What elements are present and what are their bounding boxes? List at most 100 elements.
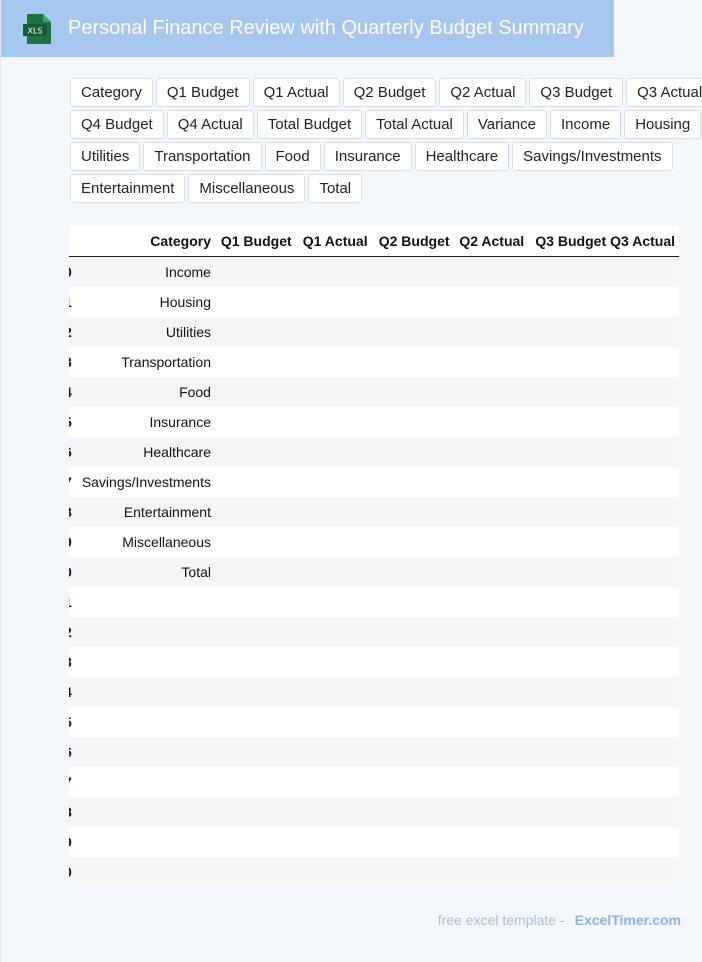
column-chip[interactable]: Q3 Actual — [626, 78, 702, 107]
value-cell — [453, 527, 529, 557]
column-chip[interactable]: Total — [308, 174, 363, 203]
page-title: Personal Finance Review with Quarterly B… — [68, 17, 584, 39]
column-chip[interactable]: Insurance — [323, 142, 412, 171]
value-cell — [214, 617, 296, 647]
category-cell: Housing — [79, 287, 215, 317]
value-cell — [214, 767, 296, 797]
value-cell — [214, 467, 296, 497]
value-cell — [214, 827, 296, 857]
value-cell — [610, 737, 679, 767]
value-cell — [610, 467, 679, 497]
table-row: 4Food — [69, 377, 679, 407]
column-chip[interactable]: Q2 Budget — [342, 78, 437, 107]
value-cell — [610, 287, 679, 317]
row-index: 5 — [69, 707, 80, 737]
value-cell — [214, 497, 296, 527]
row-index: 0 — [69, 857, 80, 887]
value-cell — [371, 287, 454, 317]
column-chip[interactable]: Entertainment — [70, 174, 186, 203]
value-cell — [528, 797, 611, 827]
column-chip[interactable]: Q1 Actual — [252, 78, 340, 107]
value-cell — [214, 256, 296, 287]
spreadsheet-preview: Category Q1 Budget Q1 Actual Q2 Budget Q2 Ac… — [69, 226, 679, 887]
table-row: 2 — [69, 617, 679, 647]
value-cell — [453, 827, 529, 857]
column-chip[interactable]: Utilities — [70, 142, 141, 171]
category-cell: Healthcare — [79, 437, 215, 467]
value-cell — [371, 737, 454, 767]
value-cell — [453, 647, 529, 677]
column-chip[interactable]: Savings/Investments — [512, 142, 673, 171]
column-chip[interactable]: Food — [264, 142, 321, 171]
column-chip[interactable]: Total Actual — [365, 110, 464, 139]
value-cell — [371, 437, 454, 467]
index-header — [69, 226, 80, 257]
footer-text: free excel template - — [437, 912, 565, 928]
value-cell — [453, 497, 529, 527]
footer-credit: free excel template - ExcelTimer.com — [438, 912, 681, 928]
column-chip[interactable]: Income — [549, 110, 622, 139]
column-header: Q2 Budget — [371, 226, 454, 257]
column-chip-list: Category Q1 Budget Q1 Actual Q2 Budget Q2 Ac… — [70, 78, 702, 206]
row-index: 0 — [69, 256, 80, 287]
column-chip[interactable]: Q2 Actual — [439, 78, 527, 107]
table-row: 6Healthcare — [69, 437, 679, 467]
category-cell — [79, 707, 215, 737]
value-cell — [528, 287, 611, 317]
category-cell: Savings/Investments — [79, 467, 215, 497]
value-cell — [214, 317, 296, 347]
column-chip[interactable]: Variance — [466, 110, 547, 139]
column-header: Q1 Actual — [295, 226, 372, 257]
category-cell — [79, 827, 215, 857]
column-chip[interactable]: Category — [70, 78, 153, 107]
value-cell — [295, 467, 372, 497]
category-cell — [79, 587, 215, 617]
value-cell — [528, 827, 611, 857]
value-cell — [528, 737, 611, 767]
row-index: 1 — [69, 587, 80, 617]
page: XLS Personal Finance Review with Quarter… — [0, 0, 702, 962]
excel-file-icon: XLS — [23, 14, 51, 44]
column-chip[interactable]: Q4 Actual — [166, 110, 254, 139]
value-cell — [528, 256, 611, 287]
value-cell — [453, 467, 529, 497]
row-index: 2 — [69, 617, 80, 647]
table-header-row: Category Q1 Budget Q1 Actual Q2 Budget Q2 Ac… — [69, 226, 679, 257]
value-cell — [295, 737, 372, 767]
value-cell — [453, 347, 529, 377]
column-chip[interactable]: Healthcare — [414, 142, 510, 171]
value-cell — [528, 587, 611, 617]
value-cell — [371, 617, 454, 647]
value-cell — [610, 857, 679, 887]
column-chip[interactable]: Q4 Budget — [70, 110, 164, 139]
value-cell — [610, 587, 679, 617]
column-chip[interactable]: Total Budget — [256, 110, 363, 139]
value-cell — [453, 617, 529, 647]
table-row: 0 — [69, 857, 679, 887]
value-cell — [295, 497, 372, 527]
chip-row: Q4 Budget Q4 Actual Total Budget Total Actu… — [70, 110, 702, 139]
column-chip[interactable]: Miscellaneous — [188, 174, 306, 203]
column-chip[interactable]: Housing — [624, 110, 702, 139]
chip-row: Entertainment Miscellaneous Total — [70, 174, 702, 203]
footer-brand-link[interactable]: ExcelTimer.com — [575, 912, 681, 928]
column-chip[interactable]: Transportation — [143, 142, 262, 171]
value-cell — [528, 407, 611, 437]
value-cell — [610, 617, 679, 647]
category-cell: Miscellaneous — [79, 527, 215, 557]
value-cell — [610, 407, 679, 437]
table-row: 7 — [69, 767, 679, 797]
table-row: 6 — [69, 737, 679, 767]
table-row: 9Miscellaneous — [69, 527, 679, 557]
table-row: 0Total — [69, 557, 679, 587]
category-cell: Income — [79, 256, 215, 287]
value-cell — [453, 767, 529, 797]
column-chip[interactable]: Q3 Budget — [529, 78, 624, 107]
category-cell: Transportation — [79, 347, 215, 377]
value-cell — [610, 797, 679, 827]
value-cell — [371, 827, 454, 857]
value-cell — [610, 437, 679, 467]
value-cell — [371, 647, 454, 677]
chip-row: Utilities Transportation Food Insurance Heal… — [70, 142, 702, 171]
column-chip[interactable]: Q1 Budget — [155, 78, 250, 107]
